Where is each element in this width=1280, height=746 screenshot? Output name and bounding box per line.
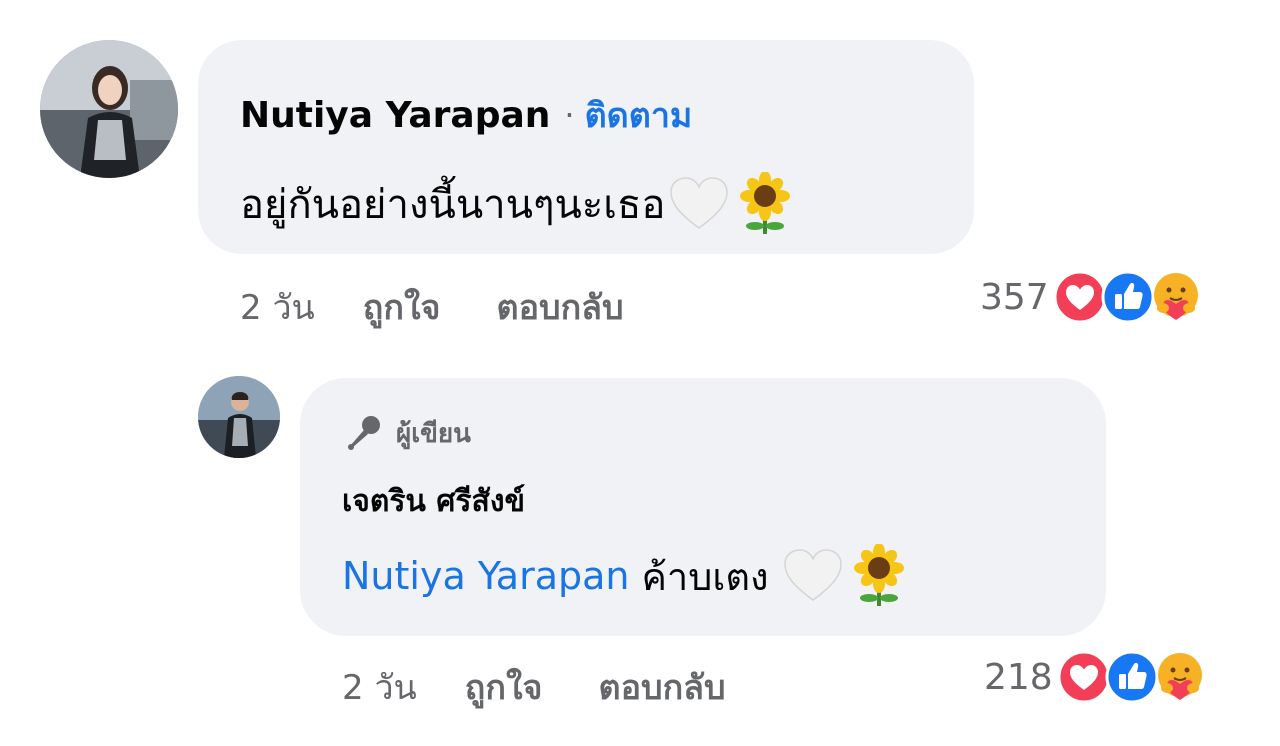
microphone-icon [342,412,384,454]
author-badge-label: ผู้เขียน [396,418,471,449]
like-reaction-icon [1105,650,1159,704]
reply-button[interactable]: ตอบกลับ [598,660,725,714]
comment-bubble: Nutiya Yarapan · ติดตาม อยู่กันอย่างนี้น… [198,40,974,254]
reply-text-row: Nutiya Yarapan ค้าบเตง [342,543,909,608]
reply-author[interactable]: เจตริน ศรีสังข์ [342,478,525,525]
reaction-count: 357 [980,276,1049,318]
love-reaction-icon [1057,650,1111,704]
comment-author[interactable]: Nutiya Yarapan [240,95,550,136]
like-button[interactable]: ถูกใจ [465,660,543,714]
timestamp[interactable]: 2 วัน [240,280,315,334]
profile-photo [198,376,280,458]
mention-link[interactable]: Nutiya Yarapan [342,554,630,598]
reaction-count: 218 [984,656,1053,698]
like-button[interactable]: ถูกใจ [363,280,441,334]
reply-bubble: ผู้เขียน เจตริน ศรีสังข์ Nutiya Yarapan … [300,378,1106,636]
follow-button[interactable]: ติดตาม [585,88,693,142]
comment-actions: 2 วัน ถูกใจ ตอบกลับ [240,280,680,334]
care-reaction-icon [1149,270,1203,324]
author-badge: ผู้เขียน [342,412,471,454]
avatar[interactable] [40,40,178,178]
sunflower-icon [849,543,909,608]
comment-thread: Nutiya Yarapan · ติดตาม อยู่กันอย่างนี้น… [0,0,1280,746]
reply-text: ค้าบเตง [641,554,769,599]
care-reaction-icon [1153,650,1207,704]
love-reaction-icon [1053,270,1107,324]
like-reaction-icon [1101,270,1155,324]
timestamp[interactable]: 2 วัน [342,660,417,714]
separator-dot: · [564,96,575,134]
reaction-summary[interactable]: 218 [984,650,1207,704]
reply-actions: 2 วัน ถูกใจ ตอบกลับ [342,660,782,714]
reply-button[interactable]: ตอบกลับ [496,280,623,334]
white-heart-icon [667,172,731,236]
reaction-summary[interactable]: 357 [980,270,1203,324]
sunflower-icon [735,171,795,236]
comment-text-row: อยู่กันอย่างนี้นานๆนะเธอ [240,171,795,236]
comment-text: อยู่กันอย่างนี้นานๆนะเธอ [240,182,666,228]
white-heart-icon [781,544,845,608]
profile-photo [40,40,178,178]
avatar[interactable] [198,376,280,458]
